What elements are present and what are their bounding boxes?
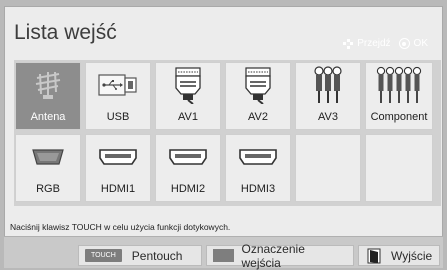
pentouch-button[interactable]: TOUCH Pentouch [78, 245, 202, 266]
page-title: Lista wejść [14, 21, 117, 44]
input-tile-antena[interactable]: Antena [15, 62, 81, 130]
input-tile-av2[interactable]: AV2 [225, 62, 291, 130]
input-label: HDMI2 [170, 183, 206, 195]
exit-label: Wyjście [391, 248, 433, 263]
vga-icon [16, 135, 80, 179]
empty-tile [295, 134, 361, 202]
input-tile-hdmi1[interactable]: HDMI1 [85, 134, 151, 202]
usb-icon [86, 63, 150, 107]
ok-icon [398, 38, 410, 49]
nav-label: Przejdź [357, 38, 391, 49]
component-icon [366, 63, 432, 107]
touch-key-icon: TOUCH [85, 249, 122, 262]
color-key-icon [213, 249, 234, 262]
scart-icon [226, 63, 290, 107]
input-label: RGB [36, 183, 60, 195]
input-label: Component [370, 111, 428, 123]
input-tile-hdmi3[interactable]: HDMI3 [225, 134, 291, 202]
input-tile-component[interactable]: Component [365, 62, 433, 130]
input-label: Antena [30, 111, 66, 123]
input-label: HDMI3 [240, 183, 276, 195]
exit-icon [367, 248, 381, 264]
bottom-bar: TOUCH Pentouch Oznaczenie wejścia Wyjści… [4, 236, 443, 270]
exit-button[interactable]: Wyjście [358, 245, 440, 266]
input-label: AV3 [318, 111, 338, 123]
input-tile-usb[interactable]: USB [85, 62, 151, 130]
ok-label: OK [413, 38, 428, 49]
scart-icon [156, 63, 220, 107]
hdmi-icon [86, 135, 150, 179]
antenna-icon [16, 63, 80, 107]
hdmi-icon [226, 135, 290, 179]
input-tile-av3[interactable]: AV3 [295, 62, 361, 130]
input-tile-av1[interactable]: AV1 [155, 62, 221, 130]
input-label: AV2 [248, 111, 268, 123]
input-tile-rgb[interactable]: RGB [15, 134, 81, 202]
pentouch-label: Pentouch [131, 248, 183, 263]
input-label: AV1 [178, 111, 198, 123]
input-label: HDMI1 [100, 183, 136, 195]
input-tile-hdmi2[interactable]: HDMI2 [155, 134, 221, 202]
rename-input-label: Oznaczenie wejścia [241, 241, 305, 270]
input-label: USB [106, 111, 130, 123]
hdmi-icon [156, 135, 220, 179]
rename-input-button[interactable]: Oznaczenie wejścia [206, 242, 354, 270]
dpad-icon [343, 38, 354, 49]
rca-icon [296, 63, 360, 107]
touch-hint-text: Naciśnij klawisz TOUCH w celu użycia fun… [10, 222, 231, 232]
navigation-hint: Przejdź OK [343, 38, 428, 49]
input-grid: Antena USB AV1 AV2 AV3 Component RGB HDM… [14, 60, 441, 206]
empty-tile [365, 134, 433, 202]
